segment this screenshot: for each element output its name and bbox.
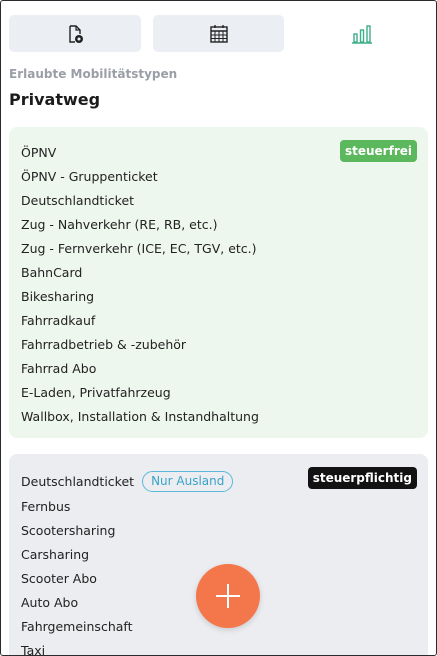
list-item: Fahrradkauf bbox=[21, 313, 96, 328]
list-item: Deutschlandticket bbox=[21, 193, 135, 208]
list-item: Fernbus bbox=[21, 499, 71, 514]
add-button[interactable] bbox=[196, 564, 260, 628]
calendar-icon bbox=[209, 24, 228, 43]
tab-documents[interactable] bbox=[9, 15, 141, 52]
list-item: Zug - Nahverkehr (RE, RB, etc.) bbox=[21, 217, 218, 232]
tax-free-card: steuerfrei ÖPNV ÖPNV - Gruppenticket Deu… bbox=[9, 127, 428, 438]
list-item: Scootersharing bbox=[21, 523, 116, 538]
list-item: Taxi bbox=[21, 643, 46, 656]
tab-bar bbox=[9, 15, 428, 52]
list-item: Scooter Abo bbox=[21, 571, 97, 586]
list-item: Fahrrad Abo bbox=[21, 361, 97, 376]
list-item: Fahrgemeinschaft bbox=[21, 619, 133, 634]
app-frame: Erlaubte Mobilitätstypen Privatweg steue… bbox=[0, 0, 437, 656]
list-item: Bikesharing bbox=[21, 289, 95, 304]
tab-calendar[interactable] bbox=[152, 15, 285, 52]
list-item: Zug - Fernverkehr (ICE, EC, TGV, etc.) bbox=[21, 241, 257, 256]
list-item: BahnCard bbox=[21, 265, 83, 280]
list-item: Carsharing bbox=[21, 547, 90, 562]
list-item: Auto Abo bbox=[21, 595, 79, 610]
section-label: Erlaubte Mobilitätstypen bbox=[9, 67, 178, 81]
tax-free-badge: steuerfrei bbox=[339, 140, 417, 162]
bar-chart-icon bbox=[352, 24, 373, 44]
tab-statistics[interactable] bbox=[296, 15, 428, 52]
section-title: Privatweg bbox=[9, 90, 101, 109]
taxable-badge: steuerpflichtig bbox=[307, 467, 417, 489]
list-item: ÖPNV - Gruppenticket bbox=[21, 169, 158, 184]
list-item: Wallbox, Installation & Instandhaltung bbox=[21, 409, 259, 424]
list-item-label: Deutschlandticket bbox=[21, 474, 135, 489]
list-item: E-Laden, Privatfahrzeug bbox=[21, 385, 171, 400]
list-item: Fahrradbetrieb & -zubehör bbox=[21, 337, 187, 352]
list-item: ÖPNV bbox=[21, 145, 57, 160]
plus-icon bbox=[216, 584, 240, 608]
list-item: Deutschlandticket Nur Ausland bbox=[21, 471, 234, 493]
document-gear-icon bbox=[69, 24, 83, 43]
abroad-only-tag: Nur Ausland bbox=[142, 471, 234, 492]
